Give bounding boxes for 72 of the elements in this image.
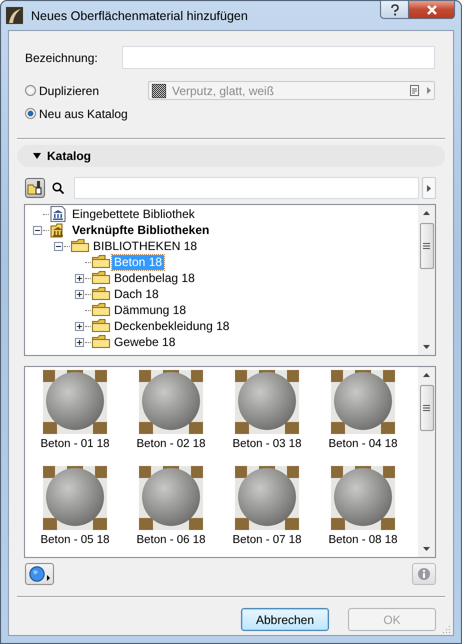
scroll-down-arrow-icon [423,547,430,551]
material-sphere-preview[interactable] [331,370,395,434]
folder-brush-button[interactable] [25,178,45,198]
field-label: Bezeichnung: [25,50,99,64]
grip-icon [423,243,430,249]
resize-grip-icon [443,625,451,633]
material-label[interactable]: Beton - 02 18 [136,438,206,450]
folder-icon [92,334,110,350]
material-label[interactable]: Beton - 07 18 [232,534,302,546]
close-icon [426,4,438,14]
material-sphere-preview[interactable] [139,370,203,434]
tree-item[interactable]: Bodenbelag 18 [112,270,197,286]
tree-item[interactable]: Gewebe 18 [112,334,178,350]
collapse-icon[interactable] [33,226,42,234]
catalog-section-header[interactable]: Katalog [17,145,445,167]
material-label[interactable]: Beton - 04 18 [328,438,398,450]
material-sphere-preview[interactable] [331,466,395,530]
expand-icon[interactable] [75,338,84,346]
radio-option[interactable]: Duplizieren [25,84,148,98]
material-sphere-preview[interactable] [235,370,299,434]
expand-icon[interactable] [75,322,84,330]
material-label[interactable]: Beton - 06 18 [136,534,206,546]
grip-icon [423,405,430,411]
folder-icon [92,270,110,286]
tree-item[interactable]: BIBLIOTHEKEN 18 [91,238,200,254]
help-button[interactable] [380,0,409,19]
material-sphere-preview[interactable] [43,370,107,434]
document-icon [410,85,419,96]
expand-icon[interactable] [75,274,84,282]
caret-icon [427,184,431,192]
checker-swatch-icon [152,84,166,98]
tree-item[interactable]: Eingebettete Bibliothek [70,206,197,222]
radio-option[interactable]: Neu aus Katalog [25,106,148,120]
search-options-button[interactable] [422,177,436,199]
folder-icon [71,238,89,254]
globe-menu-button[interactable] [25,563,54,585]
globe-icon [28,566,50,582]
search-icon [52,182,64,194]
search-field[interactable] [74,177,419,199]
tree-item[interactable]: Deckenbekleidung 18 [112,318,232,334]
material-sphere-preview[interactable] [235,466,299,530]
scroll-down-arrow-icon [423,345,430,349]
material-label[interactable]: Beton - 08 18 [328,534,398,546]
expand-icon[interactable] [75,290,84,298]
material-label[interactable]: Beton - 05 18 [40,534,110,546]
dialog-button[interactable]: Abbrechen [241,608,329,631]
info-button[interactable] [412,563,436,585]
folder-icon [92,286,110,302]
folder-brush-icon [27,180,43,196]
folder-icon [92,254,110,270]
folder-icon [92,302,110,318]
window-title: Neues Oberflächenmaterial hinzufügen [31,8,249,22]
material-sphere-preview[interactable] [139,466,203,530]
name-input-field[interactable] [122,46,435,69]
material-label[interactable]: Beton - 03 18 [232,438,302,450]
scrollbar-thumb[interactable] [420,385,434,431]
app-logo-icon [6,7,23,24]
collapse-icon[interactable] [54,242,63,250]
material-label[interactable]: Beton - 01 18 [40,438,110,450]
caret-icon [427,87,431,94]
disclosure-triangle-icon [33,152,41,160]
tree-item[interactable]: Verknüpfte Bibliotheken [70,222,212,238]
material-sphere-preview[interactable] [43,466,107,530]
help-icon [390,4,400,16]
scrollbar-thumb[interactable] [420,223,434,269]
info-icon [418,568,430,580]
scroll-up-arrow-icon [423,211,430,215]
tree-item[interactable]: Dach 18 [112,286,161,302]
scroll-up-arrow-icon [423,373,430,377]
tree-item[interactable]: Dämmung 18 [112,302,188,318]
folder-icon [92,318,110,334]
close-button[interactable] [409,0,455,19]
